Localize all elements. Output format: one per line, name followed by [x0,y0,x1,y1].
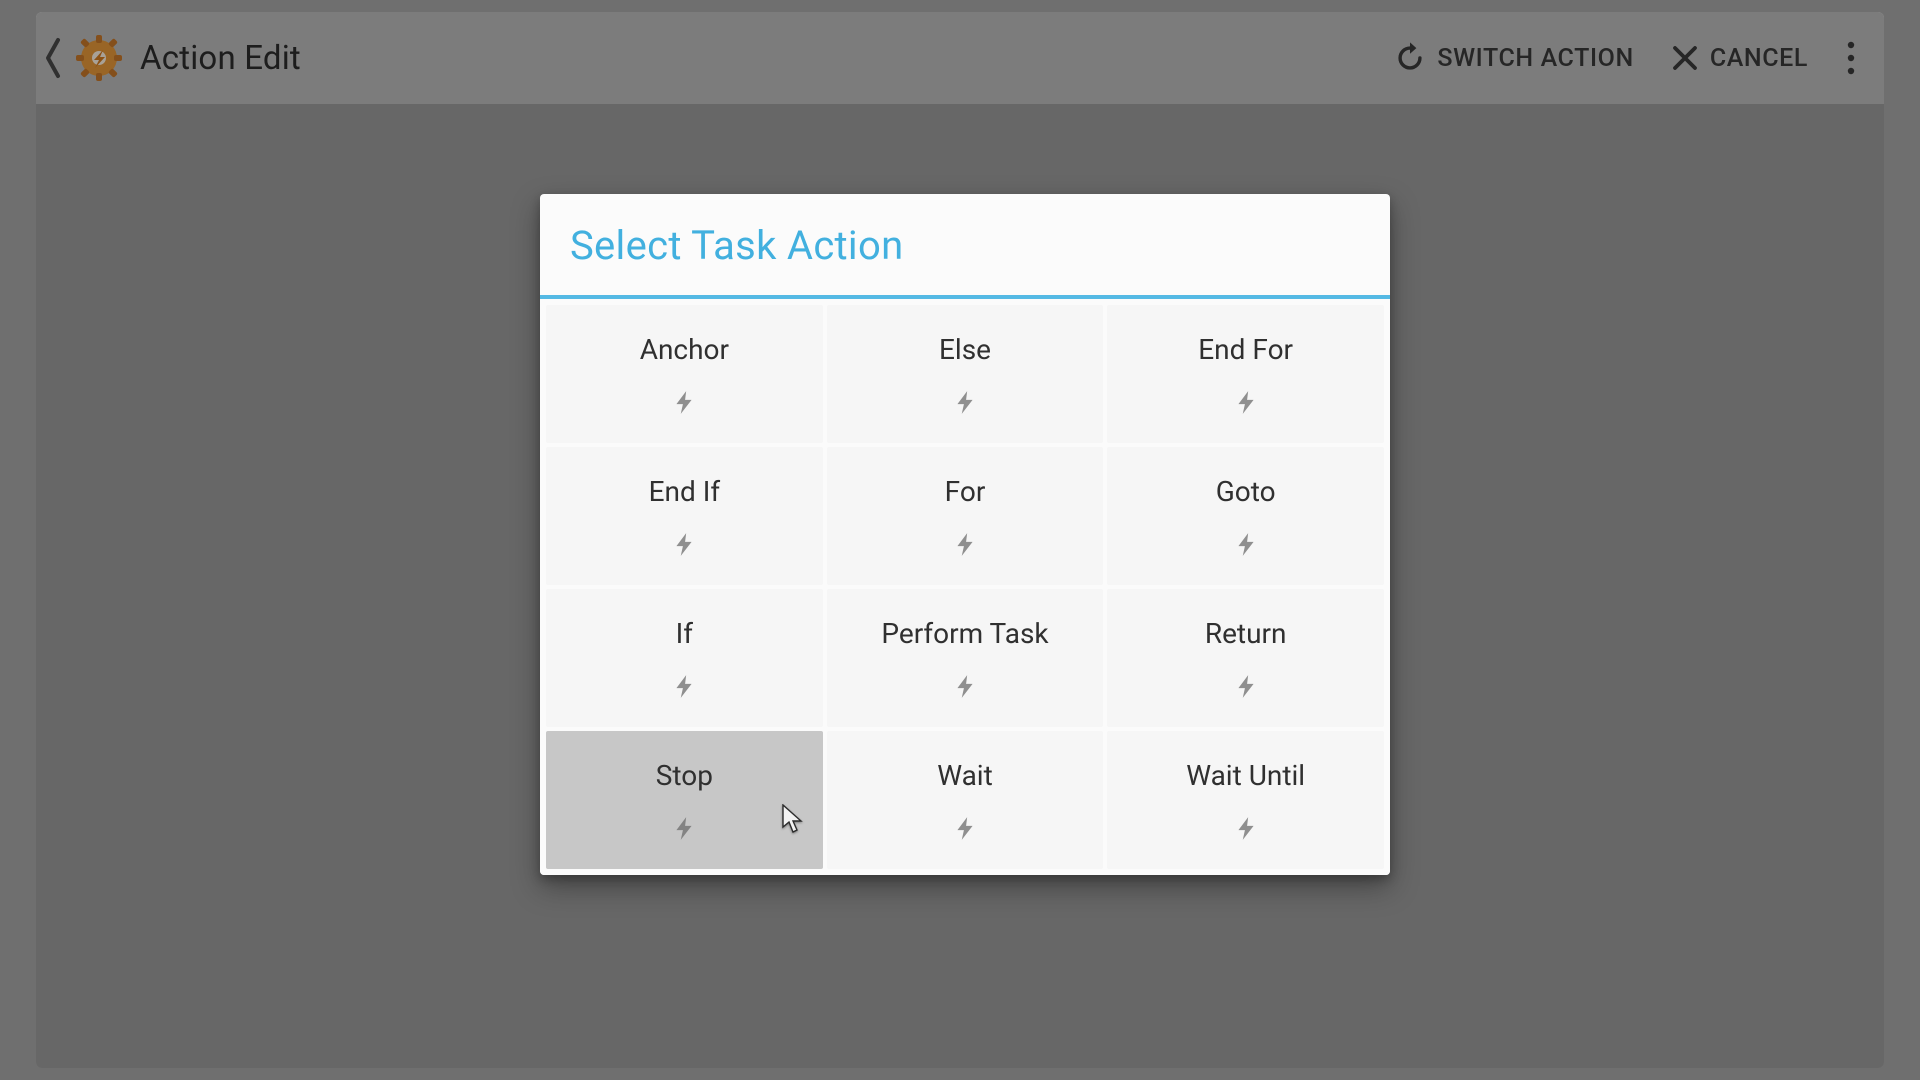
action-goto[interactable]: Goto [1107,447,1384,585]
action-label: Wait Until [1186,759,1305,792]
lightning-icon [1232,672,1260,700]
lightning-icon [670,672,698,700]
action-if[interactable]: If [546,589,823,727]
action-label: Stop [656,759,713,792]
action-label: Goto [1216,475,1276,508]
lightning-icon [670,388,698,416]
action-for[interactable]: For [827,447,1104,585]
lightning-icon [951,814,979,842]
stage: Action Edit SWITCH ACTION CANCEL [0,0,1920,1080]
lightning-icon [1232,530,1260,558]
lightning-icon [670,814,698,842]
action-return[interactable]: Return [1107,589,1384,727]
action-anchor[interactable]: Anchor [546,305,823,443]
action-wait-until[interactable]: Wait Until [1107,731,1384,869]
action-else[interactable]: Else [827,305,1104,443]
action-label: Perform Task [881,617,1048,650]
action-label: For [945,475,986,508]
select-task-action-dialog: Select Task Action Anchor Else End For End … [540,194,1390,875]
action-label: Wait [937,759,993,792]
action-label: Else [939,333,991,366]
lightning-icon [951,530,979,558]
action-label: End If [649,475,720,508]
app-area: Action Edit SWITCH ACTION CANCEL [36,12,1884,1068]
dialog-title: Select Task Action [570,222,1360,269]
lightning-icon [1232,814,1260,842]
action-grid: Anchor Else End For End If For Goto If Perform … [540,299,1390,875]
action-label: Anchor [640,333,729,366]
action-end-if[interactable]: End If [546,447,823,585]
lightning-icon [1232,388,1260,416]
dialog-header: Select Task Action [540,194,1390,299]
action-perform-task[interactable]: Perform Task [827,589,1104,727]
action-label: If [676,617,693,650]
lightning-icon [670,530,698,558]
action-wait[interactable]: Wait [827,731,1104,869]
lightning-icon [951,672,979,700]
action-label: End For [1198,333,1293,366]
action-end-for[interactable]: End For [1107,305,1384,443]
lightning-icon [951,388,979,416]
action-stop[interactable]: Stop [546,731,823,869]
action-label: Return [1205,617,1287,650]
